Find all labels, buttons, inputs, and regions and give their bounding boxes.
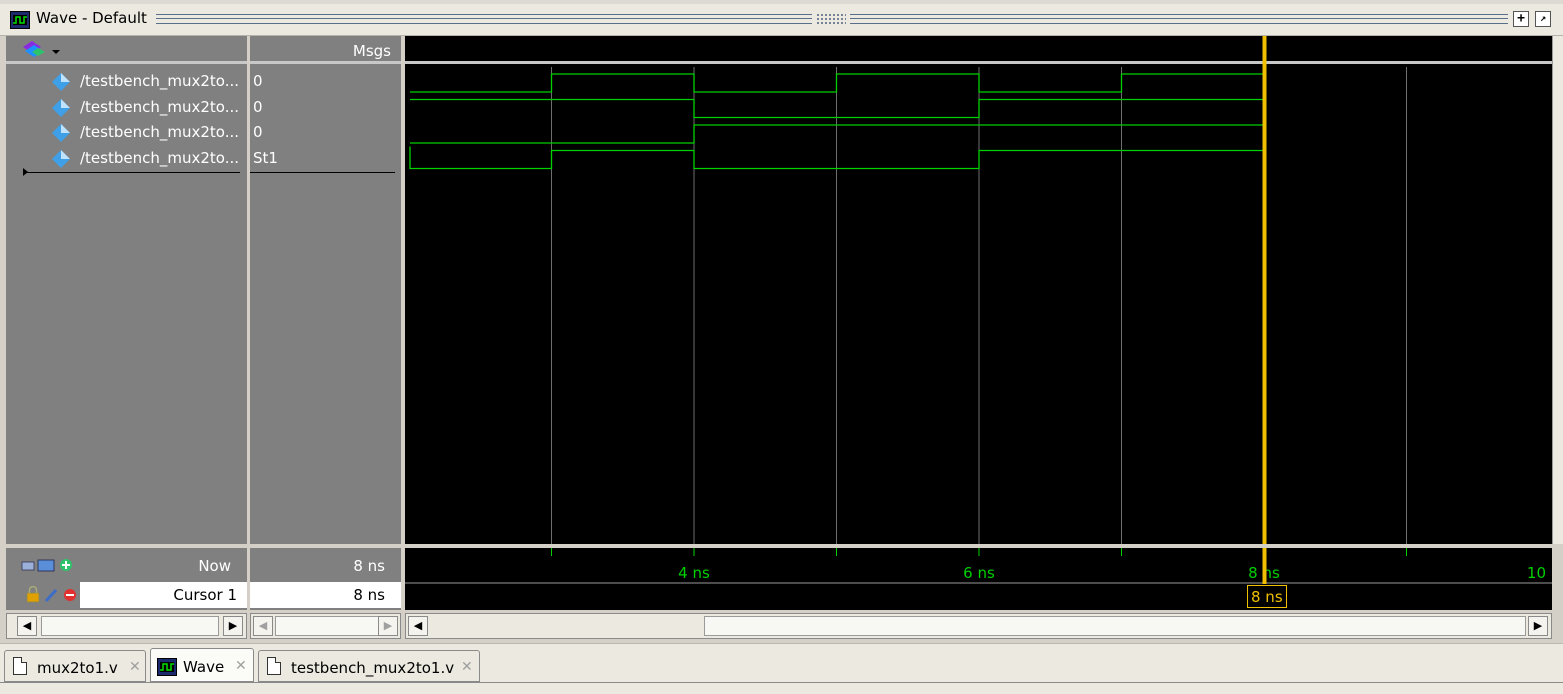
- signal-value: 0: [253, 123, 263, 141]
- insert-marker-icon: [23, 168, 28, 176]
- document-tab-bar: mux2to1.v ✕ Wave ✕ testbench_mux2to1.v ✕: [0, 643, 1563, 694]
- document-icon: [13, 657, 27, 675]
- signal-name: /testbench_mux2to...: [80, 148, 240, 167]
- signal-value-row[interactable]: St1: [250, 146, 401, 172]
- tab-baseline: [0, 682, 1563, 683]
- scroll-left-icon[interactable]: ◀: [253, 616, 273, 636]
- close-icon[interactable]: ✕: [235, 658, 247, 674]
- values-scroll-thumb[interactable]: [275, 616, 379, 636]
- signal-diamond-icon: [52, 149, 70, 168]
- title-top-strip: [0, 0, 1563, 4]
- cursor-toolbar-icons[interactable]: [26, 586, 80, 604]
- cursor-flag-label: 8 ns: [1251, 588, 1283, 606]
- tab-mux2to1-v[interactable]: mux2to1.v ✕: [4, 650, 146, 682]
- wave-window-icon: [10, 11, 30, 29]
- now-toolbar-icons[interactable]: [20, 556, 78, 574]
- signal-name: /testbench_mux2to...: [80, 123, 240, 141]
- names-insert-line: [24, 172, 240, 173]
- add-signal-dropdown-icon[interactable]: [20, 39, 64, 61]
- close-icon[interactable]: ✕: [129, 659, 141, 675]
- signal-value: 0: [253, 97, 263, 116]
- ruler-tick-label: 4 ns: [678, 564, 710, 582]
- cursor-time-flag[interactable]: 8 ns: [1247, 585, 1287, 608]
- cursor-values-pane: 8 ns 8 ns: [250, 548, 401, 610]
- document-icon: [267, 657, 281, 675]
- vertical-scrollbar[interactable]: [1552, 36, 1563, 544]
- msgs-label: Msgs: [352, 42, 391, 60]
- timeline-ruler[interactable]: 4 ns 6 ns 8 ns 10: [405, 548, 1552, 610]
- signal-value: St1: [253, 148, 278, 167]
- title-grip-left[interactable]: [156, 14, 812, 24]
- scroll-right-icon[interactable]: ▶: [1528, 616, 1548, 636]
- now-label: Now: [198, 557, 231, 575]
- signal-value: 0: [253, 72, 263, 90]
- signal-diamond-icon: [52, 124, 70, 142]
- waveform-scroll-thumb[interactable]: [704, 616, 1526, 636]
- title-grip-handle[interactable]: [816, 13, 846, 25]
- signal-row[interactable]: /testbench_mux2to...: [6, 69, 247, 95]
- signal-row[interactable]: /testbench_mux2to...: [6, 95, 247, 121]
- cursor-line: [1262, 36, 1267, 544]
- values-insert-line: [250, 172, 395, 173]
- waveform-trace: [410, 73, 1264, 93]
- ruler-tick-label: 6 ns: [963, 564, 995, 582]
- signal-diamond-icon: [52, 73, 70, 91]
- wave-window-titlebar: Wave - Default + ↗: [0, 0, 1563, 36]
- signal-row[interactable]: /testbench_mux2to...: [6, 146, 247, 172]
- add-pane-button[interactable]: +: [1513, 11, 1529, 27]
- ruler-tick-label: 10: [1527, 564, 1546, 582]
- signal-names-pane: /testbench_mux2to... /testbench_mux2to...…: [6, 36, 247, 544]
- scroll-left-icon[interactable]: ◀: [408, 616, 428, 636]
- scroll-left-icon[interactable]: ◀: [17, 616, 37, 636]
- title-grip-right[interactable]: [850, 14, 1508, 24]
- timeline-pane[interactable]: 4 ns 6 ns 8 ns 10 8 ns: [405, 548, 1552, 610]
- tab-testbench-mux2to1-v[interactable]: testbench_mux2to1.v ✕: [258, 650, 480, 682]
- signal-diamond-icon: [52, 98, 70, 117]
- cursor-value-field: 8 ns: [250, 582, 401, 608]
- signal-value-row[interactable]: 0: [250, 69, 401, 95]
- signal-value-row[interactable]: 0: [250, 95, 401, 121]
- names-scroll-thumb[interactable]: [41, 616, 219, 636]
- signal-value-row[interactable]: 0: [250, 120, 401, 146]
- signal-name: /testbench_mux2to...: [80, 97, 240, 116]
- tab-label: testbench_mux2to1.v: [291, 659, 455, 677]
- cursor-value: 8 ns: [353, 586, 385, 604]
- signal-values-pane: Msgs 0 0 0 St1: [250, 36, 401, 544]
- signal-name: /testbench_mux2to...: [80, 72, 240, 90]
- waveform-canvas[interactable]: [405, 36, 1552, 544]
- cursor-label: Cursor 1: [173, 586, 237, 604]
- values-header: Msgs: [250, 36, 401, 64]
- names-hscroll[interactable]: ◀ ▶: [6, 613, 247, 639]
- waveform-hscroll[interactable]: ◀ ▶: [405, 613, 1552, 639]
- cursor-line: [1262, 548, 1267, 584]
- cursor-names-pane: Now Cursor 1: [6, 548, 247, 610]
- values-hscroll[interactable]: ◀ ▶: [250, 613, 401, 639]
- close-icon[interactable]: ✕: [461, 659, 473, 675]
- undock-button[interactable]: ↗: [1535, 11, 1551, 27]
- tab-label: Wave: [183, 658, 225, 676]
- cursor-name-field[interactable]: Cursor 1: [80, 582, 247, 608]
- scroll-right-icon[interactable]: ▶: [378, 616, 398, 636]
- wave-window-icon: [157, 658, 177, 676]
- now-value: 8 ns: [353, 557, 385, 575]
- window-title: Wave - Default: [36, 9, 147, 27]
- signal-row[interactable]: /testbench_mux2to...: [6, 120, 247, 146]
- names-header: [6, 36, 247, 64]
- waveform-pane[interactable]: [405, 36, 1552, 544]
- tab-label: mux2to1.v: [37, 659, 118, 677]
- scroll-right-icon[interactable]: ▶: [223, 616, 243, 636]
- tab-wave[interactable]: Wave ✕: [150, 648, 254, 682]
